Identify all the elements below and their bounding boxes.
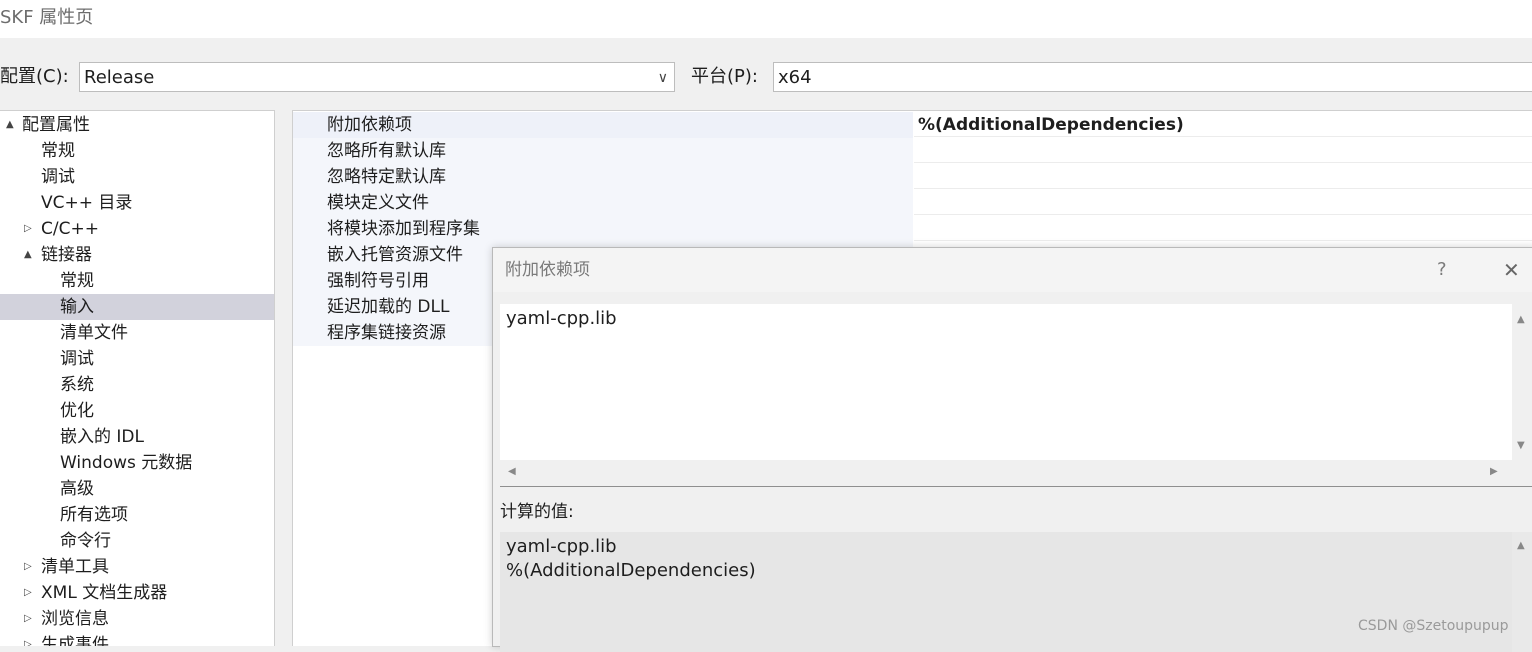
close-icon[interactable]: ✕ [1503, 248, 1520, 292]
tree-item-command-line[interactable]: 命令行 [0, 528, 274, 554]
dialog-titlebar: 附加依赖项 ? ✕ [493, 248, 1532, 292]
tree-item-system[interactable]: 系统 [0, 372, 274, 398]
property-tree: ▲ 配置属性 常规 调试 VC++ 目录 ▷ C/C++ ▲ 链接器 常规 输入… [0, 110, 275, 646]
tree-item-manifest-file[interactable]: 清单文件 [0, 320, 274, 346]
property-value[interactable] [914, 138, 1532, 163]
computed-value-label: 计算的值: [500, 502, 574, 522]
window-title: SKF 属性页 [0, 0, 1532, 38]
computed-vertical-scrollbar[interactable]: ▲ [1512, 532, 1532, 652]
tree-item-embedded-idl[interactable]: 嵌入的 IDL [0, 424, 274, 450]
collapsed-icon[interactable]: ▷ [24, 580, 32, 606]
property-value[interactable] [914, 164, 1532, 189]
tree-item-linker-general[interactable]: 常规 [0, 268, 274, 294]
additional-dependencies-dialog: 附加依赖项 ? ✕ yaml-cpp.lib ▲ ▼ ◀ ▶ 计算的值: yam… [492, 247, 1532, 652]
tree-item-debugging[interactable]: 调试 [0, 164, 274, 190]
tree-item-general[interactable]: 常规 [0, 138, 274, 164]
platform-label: 平台(P): [691, 66, 758, 87]
divider [500, 486, 1532, 487]
property-name: 模块定义文件 [293, 190, 913, 216]
config-value: Release [84, 67, 155, 88]
property-row[interactable]: 模块定义文件 [293, 190, 1532, 216]
property-row[interactable]: 忽略所有默认库 [293, 138, 1532, 164]
expanded-icon[interactable]: ▲ [24, 242, 32, 268]
computed-line: yaml-cpp.lib [506, 536, 617, 557]
property-value[interactable]: %(AdditionalDependencies) [914, 112, 1532, 137]
property-row[interactable]: 附加依赖项 %(AdditionalDependencies) [293, 112, 1532, 138]
tree-item-vc-directories[interactable]: VC++ 目录 [0, 190, 274, 216]
computed-line: %(AdditionalDependencies) [506, 560, 756, 581]
collapsed-icon[interactable]: ▷ [24, 632, 32, 646]
computed-value-box: yaml-cpp.lib %(AdditionalDependencies) [500, 532, 1512, 652]
tree-item-linker[interactable]: ▲ 链接器 [0, 242, 274, 268]
tree-item-optimization[interactable]: 优化 [0, 398, 274, 424]
scroll-left-icon[interactable]: ◀ [508, 466, 516, 477]
collapsed-icon[interactable]: ▷ [24, 606, 32, 632]
tree-item-all-options[interactable]: 所有选项 [0, 502, 274, 528]
property-name: 将模块添加到程序集 [293, 216, 913, 242]
dependencies-editor[interactable]: yaml-cpp.lib [500, 304, 1512, 460]
scroll-up-icon[interactable]: ▲ [1517, 540, 1525, 551]
tree-item-linker-input[interactable]: 输入 [0, 294, 274, 320]
editor-vertical-scrollbar[interactable]: ▲ ▼ [1512, 304, 1532, 460]
platform-dropdown[interactable]: x64 [773, 62, 1532, 92]
scroll-down-icon[interactable]: ▼ [1517, 440, 1525, 451]
tree-item-linker-debugging[interactable]: 调试 [0, 346, 274, 372]
config-row: 配置(C): Release ∨ 平台(P): x64 [0, 58, 1532, 96]
config-dropdown[interactable]: Release ∨ [79, 62, 675, 92]
dialog-title: 附加依赖项 [505, 260, 590, 280]
help-icon[interactable]: ? [1437, 248, 1447, 292]
tree-item-xml-doc-generator[interactable]: ▷ XML 文档生成器 [0, 580, 274, 606]
property-value[interactable] [914, 216, 1532, 241]
tree-item-build-events[interactable]: ▷ 生成事件 [0, 632, 274, 646]
tree-item-c-cpp[interactable]: ▷ C/C++ [0, 216, 274, 242]
platform-value: x64 [778, 67, 812, 88]
tree-item-advanced[interactable]: 高级 [0, 476, 274, 502]
tree-item-windows-metadata[interactable]: Windows 元数据 [0, 450, 274, 476]
tree-item-manifest-tool[interactable]: ▷ 清单工具 [0, 554, 274, 580]
expanded-icon[interactable]: ▲ [6, 112, 14, 138]
config-label: 配置(C): [0, 66, 69, 87]
editor-horizontal-scrollbar[interactable]: ◀ ▶ [500, 460, 1512, 484]
scroll-right-icon[interactable]: ▶ [1490, 466, 1498, 477]
property-row[interactable]: 忽略特定默认库 [293, 164, 1532, 190]
collapsed-icon[interactable]: ▷ [24, 554, 32, 580]
watermark: CSDN @Szetoupupup [1358, 618, 1509, 634]
property-name: 忽略特定默认库 [293, 164, 913, 190]
tree-item-browse-info[interactable]: ▷ 浏览信息 [0, 606, 274, 632]
property-name: 附加依赖项 [293, 112, 913, 138]
tree-item-config-properties[interactable]: ▲ 配置属性 [0, 112, 274, 138]
editor-text[interactable]: yaml-cpp.lib [506, 308, 617, 329]
property-name: 忽略所有默认库 [293, 138, 913, 164]
chevron-down-icon: ∨ [657, 70, 668, 86]
property-value[interactable] [914, 190, 1532, 215]
property-row[interactable]: 将模块添加到程序集 [293, 216, 1532, 242]
scroll-up-icon[interactable]: ▲ [1517, 314, 1525, 325]
collapsed-icon[interactable]: ▷ [24, 216, 32, 242]
